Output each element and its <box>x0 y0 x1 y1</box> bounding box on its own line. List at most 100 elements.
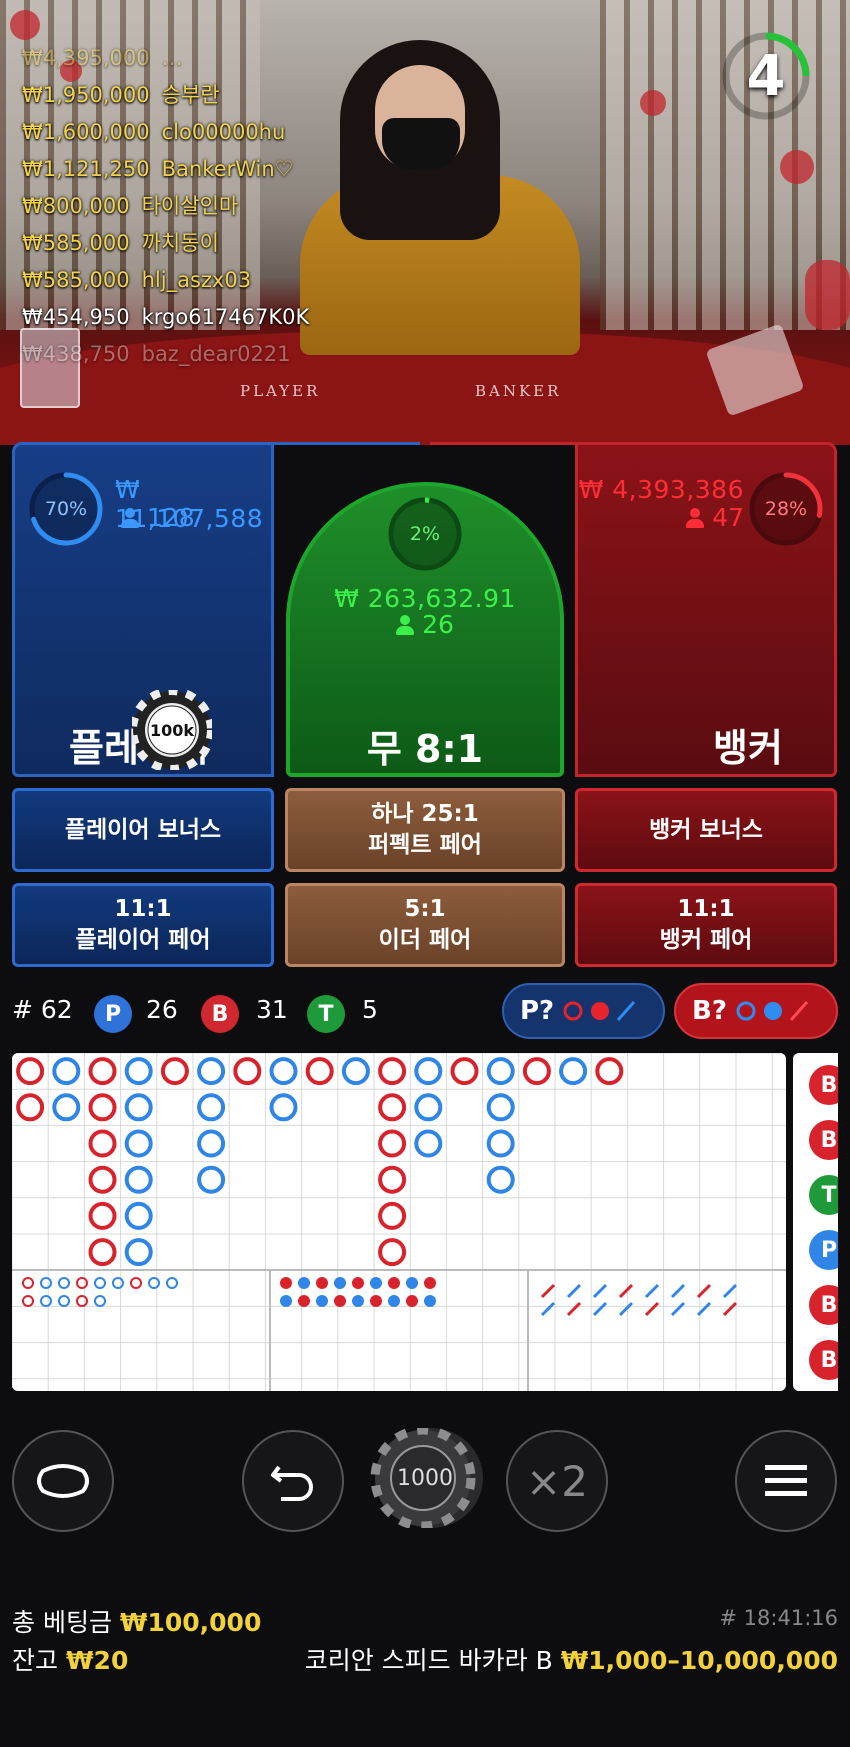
perfect-pair-odds: 하나 25:1 <box>371 801 479 827</box>
blossom <box>780 150 814 184</box>
banker-bonus-button[interactable]: 뱅커 보너스 <box>575 788 837 872</box>
prediction-icons <box>563 1001 636 1021</box>
double-bet-button[interactable]: ×2 <box>506 1430 608 1532</box>
bet-feed-row: ₩800,000 타이살인마 <box>22 188 442 225</box>
player-result-mark <box>124 1093 153 1122</box>
banker-result-mark <box>88 1093 117 1122</box>
player-result-mark <box>124 1201 153 1230</box>
blossom <box>640 90 666 116</box>
banker-count-value: 47 <box>712 503 744 532</box>
player-result-mark <box>414 1129 443 1158</box>
player-result-mark <box>52 1093 81 1122</box>
undo-icon <box>271 1465 313 1501</box>
round-id: # 18:41:16 <box>719 1606 838 1630</box>
perfect-pair-button[interactable]: 하나 25:1 퍼펙트 페어 <box>285 788 565 872</box>
bet-feed-row: ₩1,121,250 BankerWin♡ <box>22 151 442 188</box>
banker-result-mark <box>88 1201 117 1230</box>
small-road-mark <box>370 1277 382 1289</box>
roadmap-board[interactable] <box>12 1053 786 1391</box>
cockroach-road-mark <box>670 1283 686 1299</box>
table-view-button[interactable] <box>12 1430 114 1532</box>
player-result-mark <box>124 1238 153 1267</box>
small-road-mark <box>334 1277 346 1289</box>
bet-feed-amount: ₩4,395,000 <box>22 46 150 70</box>
bet-feed-amount: ₩1,121,250 <box>22 157 150 181</box>
person-icon <box>396 615 415 635</box>
player-result-mark <box>197 1129 226 1158</box>
cockroach-road-mark <box>670 1301 686 1317</box>
player-result-mark <box>414 1057 443 1086</box>
bead-mark <box>76 1277 88 1289</box>
table-limits: ₩1,000–10,000,000 <box>560 1646 838 1675</box>
player-bonus-button[interactable]: 플레이어 보너스 <box>12 788 274 872</box>
bet-feed-user: 까치동이 <box>141 231 219 255</box>
player-area-edge <box>270 442 420 482</box>
player-result-mark <box>341 1057 370 1086</box>
person-icon <box>686 508 705 528</box>
tie-bet-spot[interactable]: 2% ₩ 263,632.91 26 무 8:1 <box>286 482 564 777</box>
balance-label: 잔고 <box>12 1646 59 1675</box>
cockroach-road-mark <box>722 1283 738 1299</box>
banker-prediction-button[interactable]: B? <box>674 983 838 1039</box>
bead-mark <box>166 1277 178 1289</box>
bead-mark <box>112 1277 124 1289</box>
roadmap-side-column[interactable]: BBTPBB <box>793 1053 838 1391</box>
undo-button[interactable] <box>242 1430 344 1532</box>
prediction-icons <box>736 1001 809 1021</box>
player-prediction-button[interactable]: P? <box>502 983 665 1039</box>
bet-feed-user: 타이살인마 <box>141 194 239 218</box>
table-name: 코리안 스피드 바카라 B <box>304 1646 553 1675</box>
balance-value: ₩20 <box>65 1646 129 1675</box>
cockroach-road-mark <box>566 1283 582 1299</box>
bead-mark <box>58 1277 70 1289</box>
banker-result-mark <box>16 1093 45 1122</box>
game-screen: PLAYER BANKER ₩4,395,000… ₩1,950,000 승부란 ₩1… <box>0 0 850 1747</box>
total-bet: 총 베팅금 ₩100,000 <box>12 1603 261 1639</box>
cockroach-road-mark <box>644 1301 660 1317</box>
bead-mark <box>40 1295 52 1307</box>
banker-label: 뱅커 <box>713 726 783 770</box>
either-pair-button[interactable]: 5:1 이더 페어 <box>285 883 565 967</box>
bead-mark <box>94 1277 106 1289</box>
bet-feed-row: ₩585,000 hlj_aszx03 <box>22 262 442 299</box>
player-pair-odds: 11:1 <box>114 896 172 922</box>
bead-mark <box>130 1277 142 1289</box>
double-label: ×2 <box>526 1456 588 1506</box>
banker-pair-button[interactable]: 11:1 뱅커 페어 <box>575 883 837 967</box>
banker-total-amount: ₩ 4,393,386 <box>578 475 744 504</box>
banker-result-mark <box>378 1093 407 1122</box>
bet-feed-user: 승부란 <box>161 83 220 107</box>
small-road-mark <box>316 1295 328 1307</box>
bet-feed-user: clo00000hu <box>161 120 286 144</box>
player-pair-button[interactable]: 11:1 플레이어 페어 <box>12 883 274 967</box>
bet-feed-user: … <box>161 46 183 70</box>
player-result-mark <box>197 1165 226 1194</box>
small-road-mark <box>352 1295 364 1307</box>
banker-result-mark <box>88 1238 117 1267</box>
small-road-mark <box>352 1277 364 1289</box>
banker-bet-spot[interactable]: 28% ₩ 4,393,386 47 뱅커 <box>575 442 837 777</box>
banker-win-count: 31 <box>256 995 288 1024</box>
player-result-mark <box>559 1057 588 1086</box>
player-count-value: 128 <box>147 503 195 532</box>
total-bet-label: 총 베팅금 <box>12 1608 112 1637</box>
banker-result-mark <box>88 1057 117 1086</box>
live-video-feed: PLAYER BANKER ₩4,395,000… ₩1,950,000 승부란 ₩1… <box>0 0 850 445</box>
banker-bonus-label: 뱅커 보너스 <box>649 816 763 843</box>
banker-bettor-count: 47 <box>686 503 744 532</box>
player-bonus-label: 플레이어 보너스 <box>64 816 222 843</box>
bet-feed-user: krgo617467K0K <box>141 305 310 329</box>
banker-result-mark <box>233 1057 262 1086</box>
table-icon <box>37 1464 89 1498</box>
bead-mark <box>76 1295 88 1307</box>
bet-feed-user: baz_dear0221 <box>141 342 291 366</box>
bet-feed-row: ₩454,950 krgo617467K0K <box>22 299 442 336</box>
flower-arrangement <box>805 260 850 330</box>
total-bet-value: ₩100,000 <box>119 1608 262 1637</box>
banker-result-mark <box>378 1165 407 1194</box>
player-result-mark <box>124 1165 153 1194</box>
menu-button[interactable] <box>735 1430 837 1532</box>
menu-icon <box>765 1465 807 1496</box>
bead-mark <box>58 1295 70 1307</box>
small-road-mark <box>316 1277 328 1289</box>
